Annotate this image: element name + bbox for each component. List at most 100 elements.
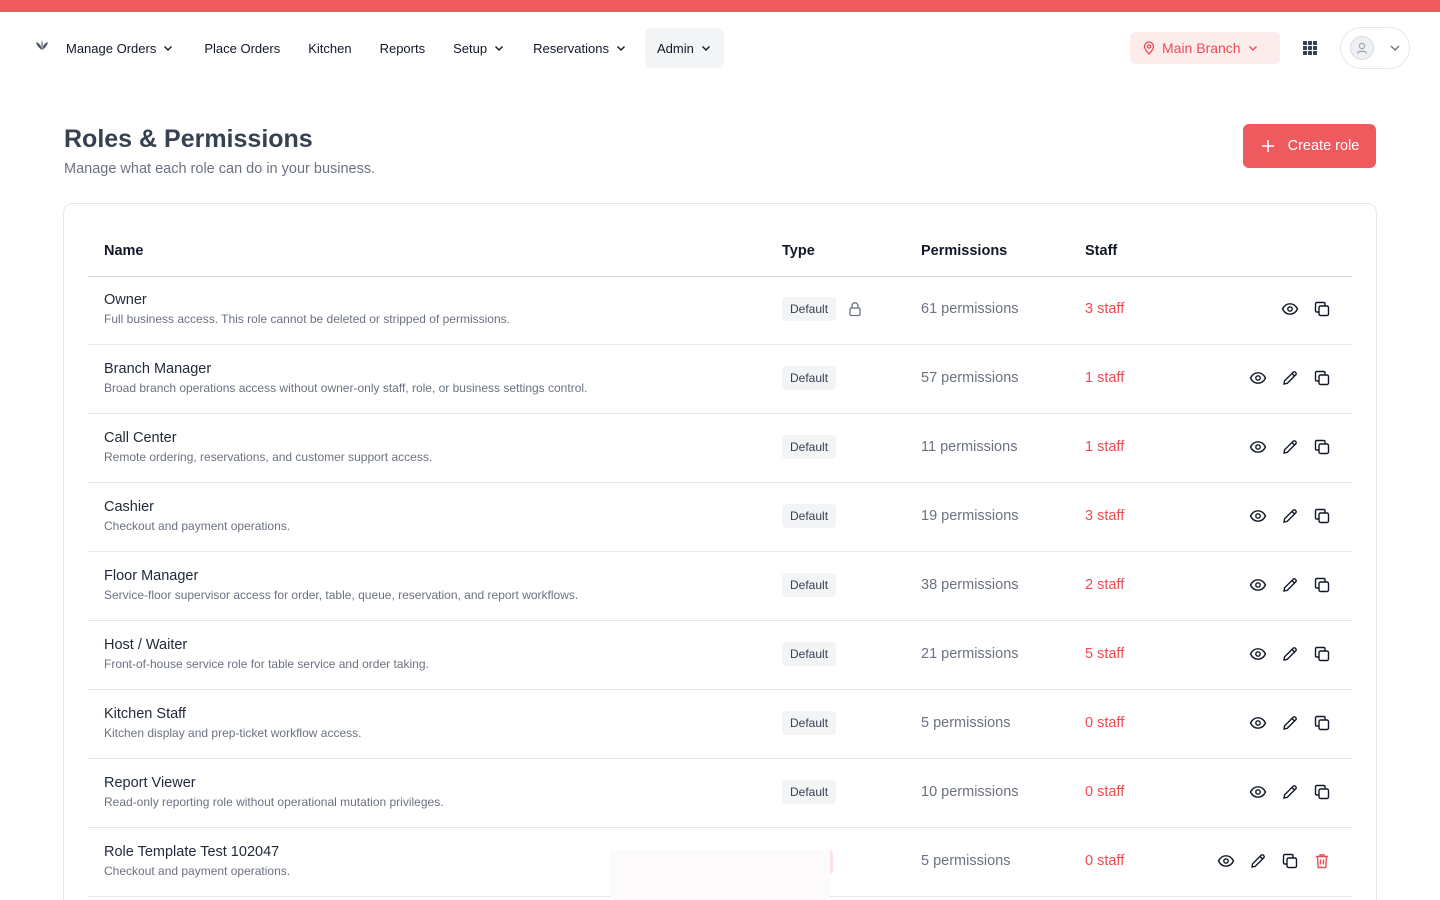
type-badge: Default [782, 297, 837, 321]
permission-count: 38 permissions [921, 577, 1019, 593]
copy-icon[interactable] [1313, 300, 1331, 318]
nav-place-orders[interactable]: Place Orders [190, 28, 294, 68]
staff-count[interactable]: 3 staff [1085, 508, 1124, 524]
table-row[interactable]: Call Center Remote ordering, reservation… [88, 414, 1352, 483]
copy-icon[interactable] [1281, 852, 1299, 870]
create-role-button[interactable]: Create role [1243, 124, 1376, 168]
pencil-icon[interactable] [1281, 438, 1299, 456]
permission-count: 61 permissions [921, 301, 1019, 317]
permission-count: 5 permissions [921, 853, 1011, 869]
pencil-icon[interactable] [1281, 645, 1299, 663]
chevron-down-icon [164, 46, 173, 51]
nav-reservations[interactable]: Reservations [519, 28, 641, 68]
nav-label: Place Orders [204, 40, 281, 56]
staff-count[interactable]: 0 staff [1085, 715, 1124, 731]
role-name: Host / Waiter [104, 637, 188, 653]
eye-icon[interactable] [1249, 645, 1267, 663]
eye-icon[interactable] [1249, 714, 1267, 732]
copy-icon[interactable] [1313, 369, 1331, 387]
permission-count: 11 permissions [921, 439, 1018, 455]
pencil-icon[interactable] [1281, 369, 1299, 387]
copy-icon[interactable] [1313, 714, 1331, 732]
column-header-staff[interactable]: Staff [1085, 243, 1117, 259]
navbar: Manage Orders Place Orders Kitchen Repor… [0, 12, 1440, 84]
nav-admin[interactable]: Admin [644, 28, 724, 68]
role-description: Checkout and payment operations. [104, 864, 291, 878]
user-icon [1356, 42, 1368, 54]
table-row[interactable]: Floor Manager Service-floor supervisor a… [88, 552, 1352, 621]
column-header-type[interactable]: Type [782, 243, 815, 259]
table-row[interactable]: Kitchen Staff Kitchen display and prep-t… [88, 690, 1352, 759]
table-row[interactable]: Branch Manager Broad branch operations a… [88, 345, 1352, 414]
copy-icon[interactable] [1313, 507, 1331, 525]
chevron-down-icon [1390, 45, 1400, 51]
pencil-icon[interactable] [1281, 783, 1299, 801]
plus-icon [1261, 140, 1274, 152]
staff-count[interactable]: 1 staff [1085, 439, 1124, 455]
nav-label: Manage Orders [66, 40, 157, 56]
role-description: Read-only reporting role without operati… [104, 795, 444, 809]
type-badge: Default [782, 780, 837, 804]
role-description: Kitchen display and prep-ticket workflow… [104, 726, 362, 740]
table-header: Name Type Permissions Staff [88, 228, 1352, 277]
role-description: Front-of-house service role for table se… [104, 657, 429, 671]
lock-icon [849, 302, 861, 317]
nav-label: Reports [379, 40, 426, 56]
nav-manage-orders[interactable]: Manage Orders [52, 28, 188, 68]
eye-icon[interactable] [1249, 783, 1267, 801]
staff-count[interactable]: 5 staff [1085, 646, 1124, 662]
eye-icon[interactable] [1217, 852, 1235, 870]
role-name: Report Viewer [104, 775, 196, 791]
user-menu-button[interactable] [1340, 27, 1410, 69]
role-name: Owner [104, 292, 147, 308]
branch-label: Main Branch [1162, 40, 1241, 56]
copy-icon[interactable] [1313, 645, 1331, 663]
table-row[interactable]: Report Viewer Read-only reporting role w… [88, 759, 1352, 828]
brand-logo-icon[interactable] [33, 39, 51, 53]
pencil-icon[interactable] [1249, 852, 1267, 870]
chevron-down-icon [616, 46, 625, 51]
role-name: Role Template Test 102047 [104, 844, 280, 860]
column-header-name[interactable]: Name [104, 243, 144, 259]
table-row[interactable]: Cashier Checkout and payment operations.… [88, 483, 1352, 552]
role-description: Remote ordering, reservations, and custo… [104, 450, 433, 464]
pencil-icon[interactable] [1281, 576, 1299, 594]
table-row[interactable]: Host / Waiter Front-of-house service rol… [88, 621, 1352, 690]
eye-icon[interactable] [1249, 438, 1267, 456]
permission-count: 10 permissions [921, 784, 1019, 800]
staff-count[interactable]: 0 staff [1085, 784, 1124, 800]
permission-count: 21 permissions [921, 646, 1019, 662]
staff-count[interactable]: 0 staff [1085, 853, 1124, 869]
nav-kitchen[interactable]: Kitchen [294, 28, 365, 68]
copy-icon[interactable] [1313, 438, 1331, 456]
staff-count[interactable]: 1 staff [1085, 370, 1124, 386]
nav-setup[interactable]: Setup [439, 28, 519, 68]
top-accent-bar [0, 0, 1440, 12]
copy-icon[interactable] [1313, 576, 1331, 594]
table-row[interactable]: Owner Full business access. This role ca… [88, 276, 1352, 345]
main-nav: Manage Orders Place Orders Kitchen Repor… [52, 28, 724, 68]
copy-icon[interactable] [1313, 783, 1331, 801]
column-header-permissions[interactable]: Permissions [921, 243, 1007, 259]
trash-icon[interactable] [1313, 852, 1331, 870]
permission-count: 57 permissions [921, 370, 1019, 386]
eye-icon[interactable] [1249, 507, 1267, 525]
pencil-icon[interactable] [1281, 507, 1299, 525]
staff-count[interactable]: 2 staff [1085, 577, 1124, 593]
role-name: Branch Manager [104, 361, 212, 377]
page-title: Roles & Permissions [64, 125, 313, 153]
staff-count[interactable]: 3 staff [1085, 301, 1124, 317]
type-badge: Default [782, 435, 837, 459]
nav-reports[interactable]: Reports [366, 28, 440, 68]
eye-icon[interactable] [1249, 369, 1267, 387]
branch-selector[interactable]: Main Branch [1130, 32, 1280, 64]
map-pin-icon [1143, 41, 1155, 55]
eye-icon[interactable] [1281, 300, 1299, 318]
pencil-icon[interactable] [1281, 714, 1299, 732]
role-description: Service-floor supervisor access for orde… [104, 588, 579, 602]
apps-grid-icon[interactable] [1300, 38, 1320, 58]
type-badge: Default [782, 642, 837, 666]
role-description: Broad branch operations access without o… [104, 381, 588, 395]
type-badge: Default [782, 573, 837, 597]
eye-icon[interactable] [1249, 576, 1267, 594]
